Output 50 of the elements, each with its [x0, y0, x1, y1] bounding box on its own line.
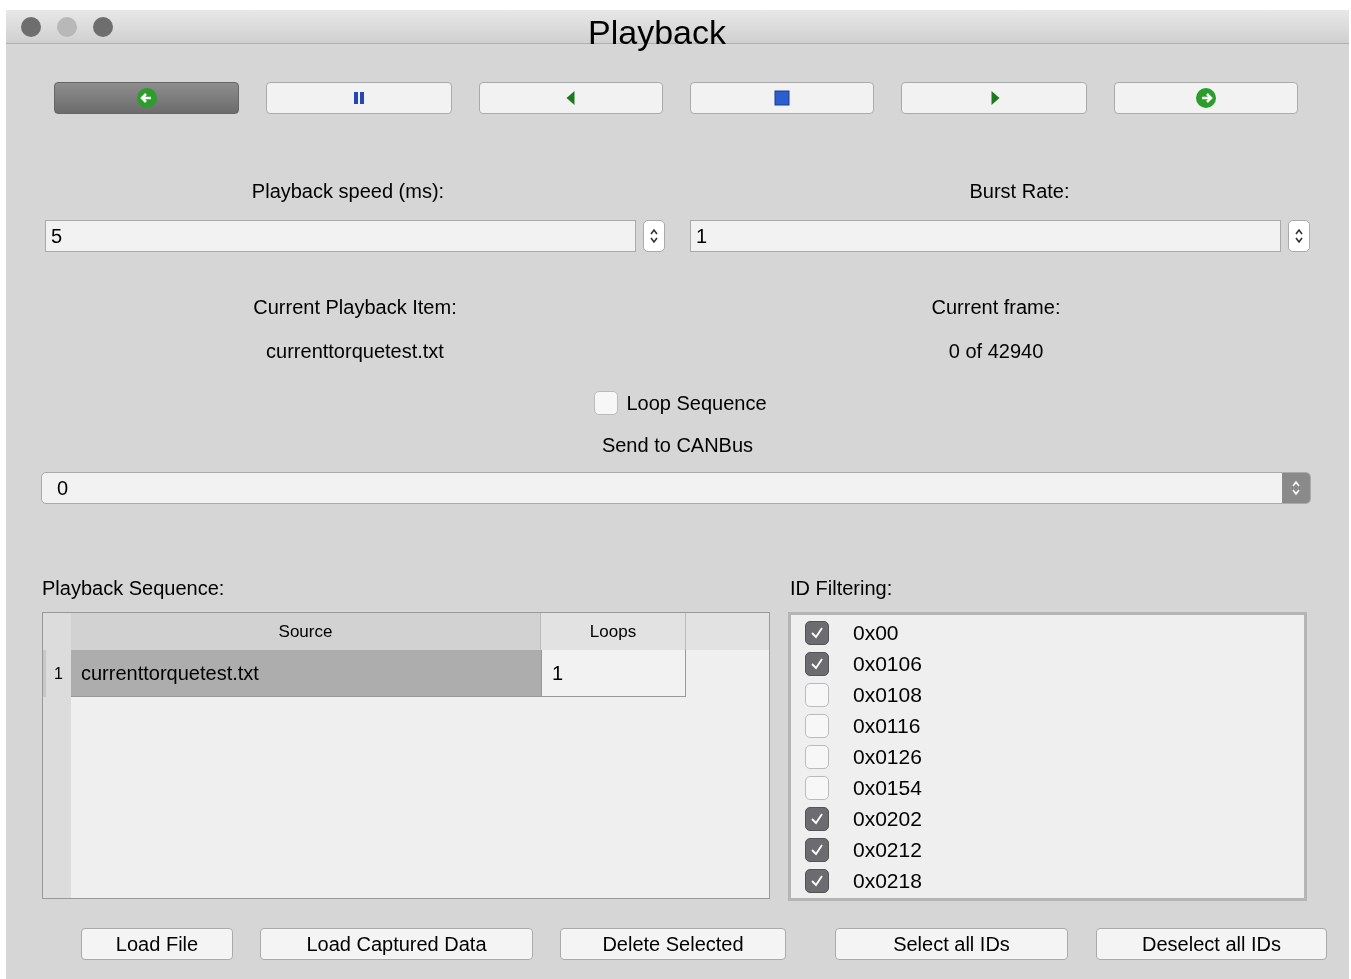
id-label: 0x0116 [853, 712, 921, 739]
spinner-icon[interactable] [1288, 220, 1310, 252]
current-frame-label: Current frame: [931, 295, 1061, 320]
checkbox[interactable] [805, 868, 829, 893]
action-button[interactable]: Delete Selected [560, 928, 786, 960]
checkbox[interactable] [805, 837, 829, 862]
playback-speed-label: Playback speed (ms): [251, 179, 445, 204]
id-filtering-label: ID Filtering: [789, 576, 894, 600]
id-label: 0x0154 [853, 774, 922, 801]
current-frame-value: 0 of 42940 [948, 339, 1044, 364]
canbus-dropdown[interactable]: 0 [41, 472, 1311, 504]
checkbox[interactable] [805, 806, 829, 831]
playback-sequence-label: Playback Sequence: [42, 576, 226, 600]
checkbox[interactable] [805, 744, 829, 769]
triangle-left-icon [565, 90, 577, 106]
id-label: 0x0218 [853, 867, 922, 894]
action-button[interactable]: Select all IDs [835, 928, 1068, 960]
loop-sequence-label: Loop Sequence [626, 391, 767, 416]
checkbox[interactable] [805, 775, 829, 800]
toolbar-button[interactable] [690, 82, 874, 114]
table-cell[interactable]: 1 [541, 650, 686, 697]
id-label: 0x0126 [853, 743, 922, 770]
burst-rate-field[interactable]: 1 [690, 220, 1281, 252]
send-to-canbus-label: Send to CANBus [601, 433, 754, 458]
checkbox[interactable] [805, 713, 829, 738]
checkbox[interactable] [594, 391, 619, 415]
stop-icon [771, 87, 793, 109]
action-button[interactable]: Deselect all IDs [1096, 928, 1327, 960]
spinner-icon[interactable] [643, 220, 665, 252]
current-item-value: currenttorquetest.txt [266, 339, 444, 364]
id-label: 0x0108 [853, 681, 922, 708]
column-header[interactable]: Source [71, 613, 541, 650]
action-button[interactable]: Load File [81, 928, 233, 960]
close-button[interactable] [21, 16, 41, 37]
checkbox[interactable] [805, 651, 829, 676]
zoom-button[interactable] [93, 16, 113, 37]
playback-speed-field[interactable]: 5 [45, 220, 636, 252]
id-label: 0x0212 [853, 836, 922, 863]
checkbox[interactable] [805, 620, 829, 645]
window-title: Playback [588, 12, 726, 53]
toolbar-button[interactable] [1114, 82, 1298, 114]
action-button[interactable]: Load Captured Data [260, 928, 533, 960]
id-label: 0x0106 [853, 650, 922, 677]
checkbox[interactable] [805, 682, 829, 707]
burst-rate-label: Burst Rate: [969, 179, 1070, 204]
current-item-label: Current Playback Item: [253, 295, 457, 320]
table-cell[interactable]: currenttorquetest.txt [71, 650, 541, 697]
row-number: 1 [43, 650, 71, 697]
id-label: 0x0202 [853, 805, 922, 832]
id-label: 0x00 [853, 619, 899, 646]
